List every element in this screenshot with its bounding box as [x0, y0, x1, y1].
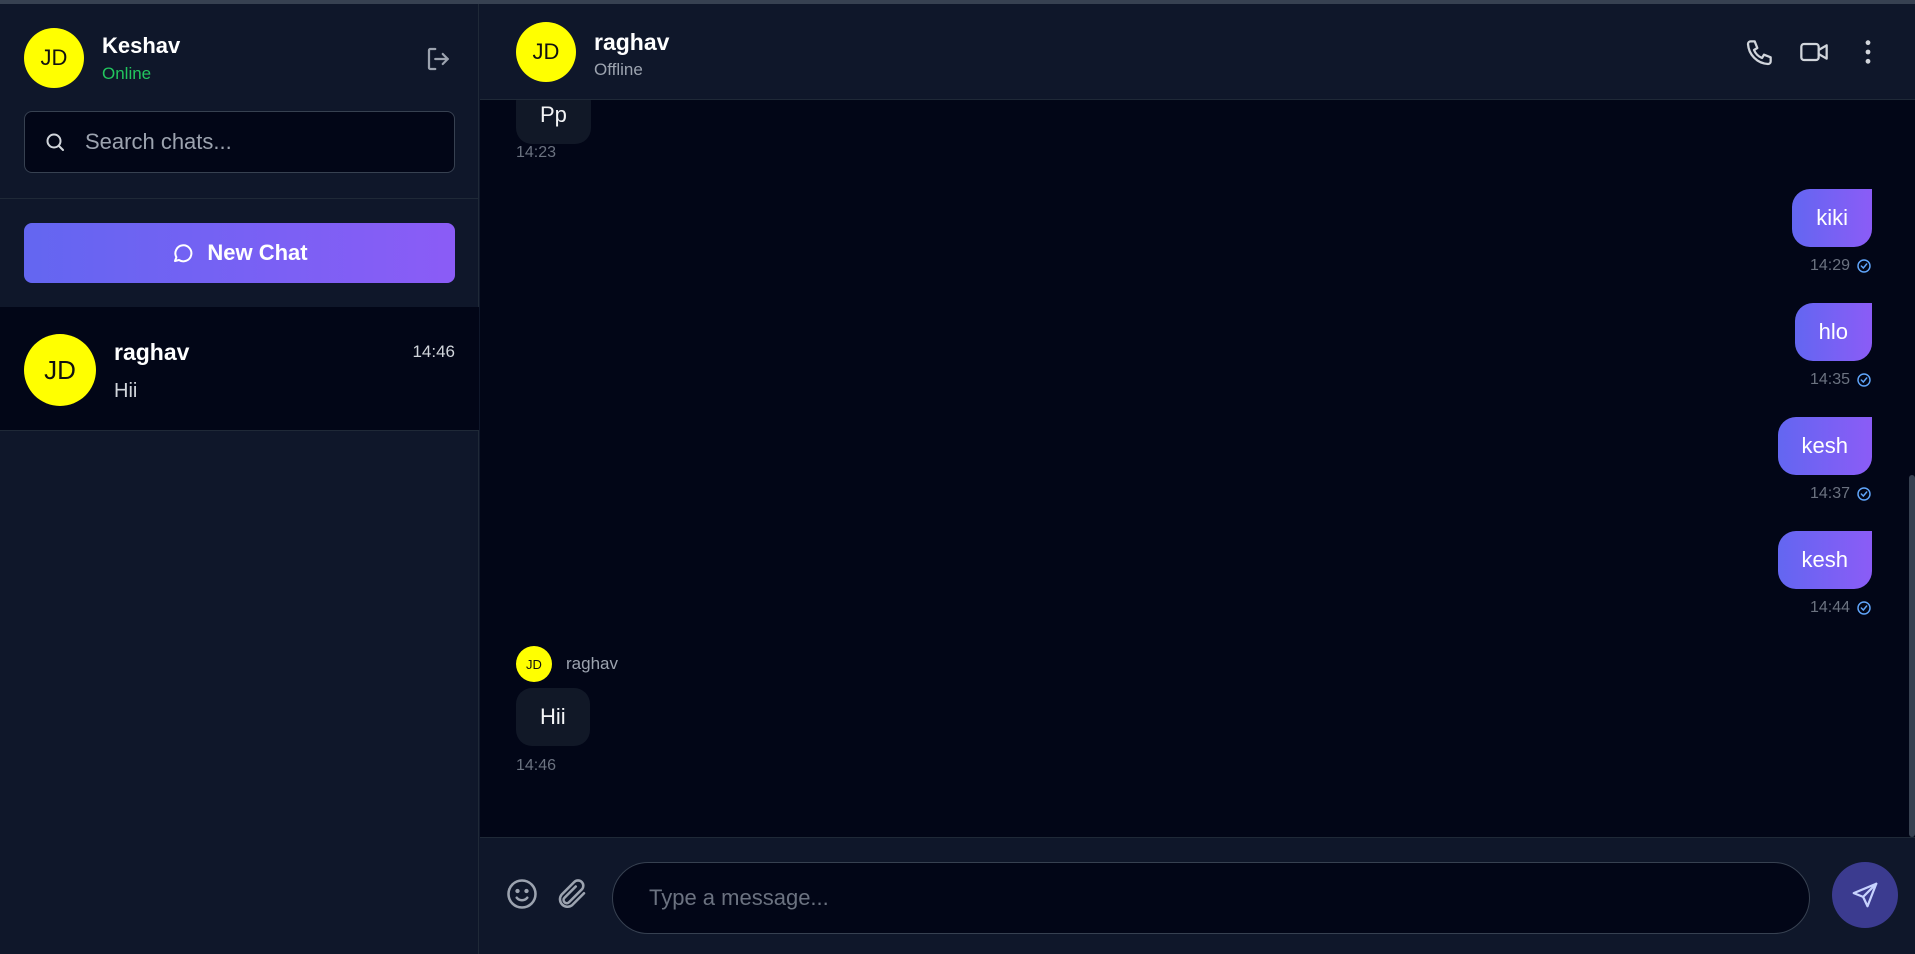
avatar: JD	[516, 646, 552, 682]
avatar[interactable]: JD	[24, 28, 84, 88]
read-check-icon	[1857, 601, 1871, 615]
avatar: JD	[24, 334, 96, 406]
current-user-name: Keshav	[102, 32, 181, 58]
send-button[interactable]	[1832, 862, 1898, 928]
new-chat-button[interactable]: New Chat	[24, 223, 455, 283]
message-meta: 14:44	[1810, 599, 1872, 617]
divider	[0, 198, 479, 199]
read-check-icon	[1857, 373, 1871, 387]
new-chat-label: New Chat	[207, 240, 308, 265]
chat-time: 14:46	[412, 342, 455, 361]
video-call-icon[interactable]	[1798, 36, 1830, 68]
attachment-icon[interactable]	[554, 876, 590, 912]
message-meta: 14:35	[1810, 371, 1872, 389]
phone-icon[interactable]	[1744, 36, 1776, 68]
message-input[interactable]	[612, 862, 1810, 934]
search-input[interactable]	[85, 129, 445, 155]
read-check-icon	[1857, 487, 1871, 501]
current-user: JD Keshav Online	[24, 28, 180, 88]
message-bubble-outgoing: hlo	[1794, 303, 1872, 361]
chat-header: JD raghav Offline	[480, 4, 1915, 100]
contact-name: raghav	[594, 29, 670, 55]
sidebar: JD Keshav Online New Chat JD raghav 14:4…	[0, 4, 479, 954]
chat-bubble-icon	[174, 244, 193, 263]
scrollbar[interactable]	[1909, 475, 1915, 837]
message-list[interactable]: Pp 14:23 kiki 14:29 hlo 14:35 kesh 14:37…	[480, 100, 1915, 837]
message-composer	[480, 837, 1915, 954]
message-bubble-outgoing: kiki	[1792, 189, 1872, 247]
sender-name: raghav	[566, 654, 618, 673]
message-meta: 14:37	[1810, 485, 1872, 503]
chat-preview: Hii	[114, 380, 138, 402]
search-box	[24, 111, 455, 173]
logout-icon[interactable]	[424, 44, 454, 74]
message-time: 14:46	[516, 757, 557, 774]
more-options-icon[interactable]	[1852, 36, 1884, 68]
message-time: 14:23	[516, 144, 557, 161]
message-time: 14:29	[1809, 257, 1850, 274]
message-sender: JD raghav	[516, 646, 618, 682]
search-icon	[46, 133, 64, 151]
send-icon	[1852, 882, 1878, 908]
message-bubble-outgoing: kesh	[1777, 417, 1872, 475]
message-bubble-outgoing: kesh	[1777, 531, 1872, 589]
message-time: 14:35	[1809, 371, 1850, 388]
contact-status: Offline	[594, 60, 643, 79]
chat-list-item[interactable]: JD raghav 14:46 Hii	[0, 307, 479, 431]
message-time: 14:37	[1809, 485, 1850, 502]
message-bubble-incoming: Pp	[516, 100, 591, 144]
message-time: 14:44	[1809, 599, 1850, 616]
message-meta: 14:29	[1810, 257, 1872, 275]
chat-name: raghav	[114, 339, 190, 365]
current-user-status: Online	[102, 63, 152, 83]
message-bubble-incoming: Hii	[516, 688, 590, 746]
read-check-icon	[1857, 259, 1871, 273]
emoji-icon[interactable]	[504, 876, 540, 912]
avatar[interactable]: JD	[516, 22, 576, 82]
